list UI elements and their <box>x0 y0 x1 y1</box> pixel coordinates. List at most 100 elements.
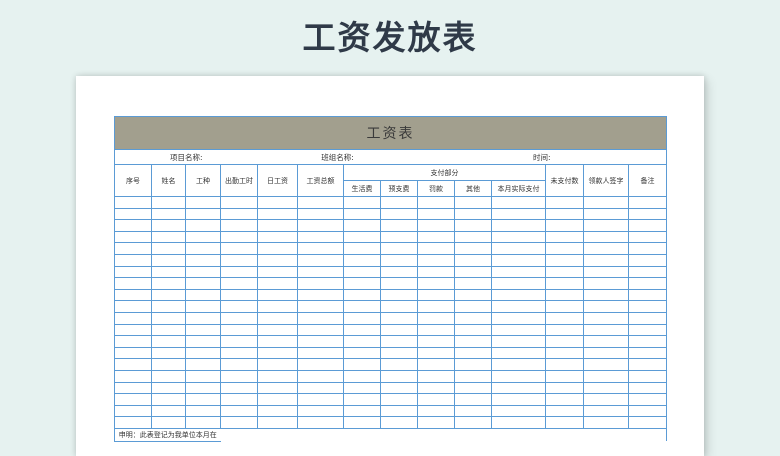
table-cell[interactable] <box>185 300 221 313</box>
table-cell[interactable] <box>114 416 152 429</box>
table-cell[interactable] <box>545 346 584 360</box>
table-cell[interactable] <box>545 335 584 348</box>
table-cell[interactable] <box>257 346 298 360</box>
table-cell[interactable] <box>343 300 381 313</box>
table-cell[interactable] <box>380 253 418 267</box>
table-cell[interactable] <box>583 288 629 302</box>
table-cell[interactable] <box>220 277 258 290</box>
table-cell[interactable] <box>114 346 152 360</box>
table-cell[interactable] <box>583 219 629 232</box>
table-cell[interactable] <box>583 196 629 209</box>
table-cell[interactable] <box>151 346 186 360</box>
table-cell[interactable] <box>380 265 418 279</box>
table-cell[interactable] <box>417 369 455 383</box>
table-cell[interactable] <box>380 416 418 429</box>
table-cell[interactable] <box>583 323 629 337</box>
table-cell[interactable] <box>343 219 381 232</box>
table-cell[interactable] <box>417 196 455 209</box>
table-cell[interactable] <box>185 265 221 279</box>
table-cell[interactable] <box>417 288 455 302</box>
table-cell[interactable] <box>491 196 546 209</box>
table-cell[interactable] <box>297 288 344 302</box>
table-cell[interactable] <box>380 404 418 418</box>
table-cell[interactable] <box>114 369 152 383</box>
table-cell[interactable] <box>220 369 258 383</box>
table-cell[interactable] <box>257 381 298 395</box>
table-cell[interactable] <box>220 288 258 302</box>
table-cell[interactable] <box>454 369 492 383</box>
table-cell[interactable] <box>417 381 455 395</box>
table-cell[interactable] <box>491 335 546 348</box>
table-cell[interactable] <box>185 346 221 360</box>
table-cell[interactable] <box>583 416 629 429</box>
table-cell[interactable] <box>151 207 186 221</box>
table-cell[interactable] <box>417 230 455 244</box>
table-cell[interactable] <box>220 311 258 325</box>
table-cell[interactable] <box>417 219 455 232</box>
table-cell[interactable] <box>628 323 667 337</box>
table-cell[interactable] <box>220 265 258 279</box>
table-cell[interactable] <box>151 219 186 232</box>
table-cell[interactable] <box>628 253 667 267</box>
table-cell[interactable] <box>220 196 258 209</box>
table-cell[interactable] <box>114 323 152 337</box>
table-cell[interactable] <box>628 277 667 290</box>
table-cell[interactable] <box>583 265 629 279</box>
table-cell[interactable] <box>297 300 344 313</box>
table-cell[interactable] <box>628 230 667 244</box>
table-cell[interactable] <box>380 277 418 290</box>
table-cell[interactable] <box>583 300 629 313</box>
table-cell[interactable] <box>545 323 584 337</box>
table-cell[interactable] <box>220 358 258 371</box>
team-name-label[interactable]: 班组名称: <box>257 149 418 165</box>
table-cell[interactable] <box>297 253 344 267</box>
table-cell[interactable] <box>491 346 546 360</box>
table-cell[interactable] <box>257 311 298 325</box>
table-cell[interactable] <box>454 196 492 209</box>
table-cell[interactable] <box>151 265 186 279</box>
table-cell[interactable] <box>545 300 584 313</box>
table-cell[interactable] <box>454 265 492 279</box>
table-cell[interactable] <box>343 196 381 209</box>
table-cell[interactable] <box>628 381 667 395</box>
table-cell[interactable] <box>220 393 258 406</box>
table-cell[interactable] <box>220 219 258 232</box>
table-cell[interactable] <box>114 300 152 313</box>
table-cell[interactable] <box>454 207 492 221</box>
table-cell[interactable] <box>297 277 344 290</box>
table-cell[interactable] <box>628 311 667 325</box>
table-cell[interactable] <box>185 335 221 348</box>
table-cell[interactable] <box>380 311 418 325</box>
table-cell[interactable] <box>491 369 546 383</box>
table-cell[interactable] <box>545 277 584 290</box>
table-cell[interactable] <box>257 335 298 348</box>
table-cell[interactable] <box>583 207 629 221</box>
table-cell[interactable] <box>545 242 584 255</box>
table-cell[interactable] <box>583 335 629 348</box>
table-cell[interactable] <box>380 335 418 348</box>
table-cell[interactable] <box>297 335 344 348</box>
table-cell[interactable] <box>114 311 152 325</box>
table-cell[interactable] <box>185 393 221 406</box>
table-cell[interactable] <box>583 230 629 244</box>
table-cell[interactable] <box>343 311 381 325</box>
table-cell[interactable] <box>343 404 381 418</box>
table-cell[interactable] <box>343 242 381 255</box>
table-cell[interactable] <box>220 381 258 395</box>
table-cell[interactable] <box>454 300 492 313</box>
table-cell[interactable] <box>185 253 221 267</box>
table-cell[interactable] <box>380 323 418 337</box>
table-cell[interactable] <box>297 311 344 325</box>
table-cell[interactable] <box>185 242 221 255</box>
table-cell[interactable] <box>583 346 629 360</box>
table-cell[interactable] <box>545 265 584 279</box>
table-cell[interactable] <box>583 404 629 418</box>
table-cell[interactable] <box>628 288 667 302</box>
table-cell[interactable] <box>151 335 186 348</box>
table-cell[interactable] <box>151 311 186 325</box>
table-cell[interactable] <box>380 346 418 360</box>
table-cell[interactable] <box>417 300 455 313</box>
table-cell[interactable] <box>545 196 584 209</box>
table-cell[interactable] <box>545 404 584 418</box>
table-cell[interactable] <box>417 393 455 406</box>
